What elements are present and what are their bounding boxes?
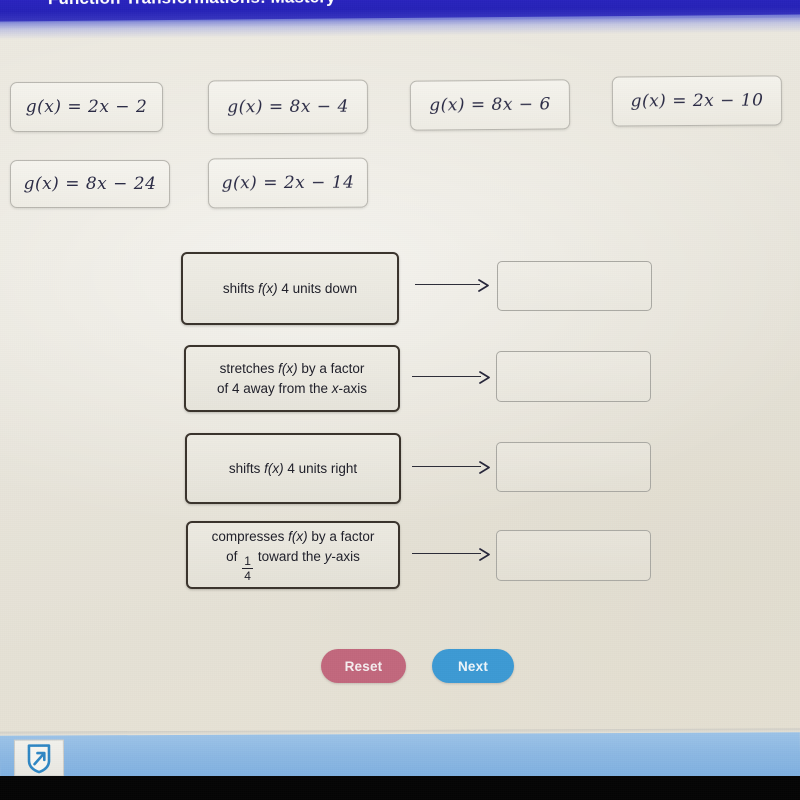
page-title: Function Transformations: Mastery bbox=[48, 0, 336, 9]
equation-tile-2-label: g(x) = 8x − 4 bbox=[227, 96, 349, 118]
desc-2-line2-pre: of 4 away from the bbox=[216, 380, 332, 396]
answer-drop-box-2-value bbox=[497, 352, 650, 401]
next-button[interactable]: Next bbox=[432, 649, 514, 683]
equation-tile-3-label: g(x) = 8x − 6 bbox=[429, 94, 551, 116]
desc-3-var: f(x) bbox=[264, 460, 284, 476]
desc-4-line2-pre: of bbox=[226, 549, 242, 565]
answer-drop-box-1[interactable] bbox=[497, 261, 652, 311]
desc-2-var: f(x) bbox=[278, 360, 298, 376]
desc-1-var: f(x) bbox=[258, 280, 278, 296]
desc-4-pre: compresses bbox=[211, 529, 289, 545]
equation-tile-2[interactable]: g(x) = 8x − 4 bbox=[207, 79, 369, 135]
desc-1-post: 4 units down bbox=[277, 280, 358, 296]
os-taskbar bbox=[0, 732, 800, 780]
description-card-1-text: shifts f(x) 4 units down bbox=[223, 279, 357, 299]
desc-4-post: by a factor bbox=[307, 529, 375, 545]
equation-tile-1[interactable]: g(x) = 2x − 2 bbox=[10, 82, 163, 132]
description-card-2[interactable]: stretches f(x) by a factor of 4 away fro… bbox=[184, 345, 400, 412]
desc-2-line2-var: x bbox=[331, 380, 339, 396]
desc-3-pre: shifts bbox=[228, 460, 265, 476]
equation-tile-3[interactable]: g(x) = 8x − 6 bbox=[409, 79, 571, 131]
description-card-3[interactable]: shifts f(x) 4 units right bbox=[185, 433, 401, 504]
arrowhead-icon-4 bbox=[479, 547, 490, 561]
description-card-4-text: compresses f(x) by a factor of 14 toward… bbox=[212, 527, 375, 582]
shield-arrow-icon bbox=[27, 743, 51, 773]
answer-drop-box-3-value bbox=[497, 443, 650, 491]
fraction-numerator: 1 bbox=[244, 554, 251, 569]
equation-tile-1-label: g(x) = 2x − 2 bbox=[25, 97, 148, 117]
arrow-icon-1 bbox=[415, 278, 489, 292]
desc-3-post: 4 units right bbox=[283, 460, 358, 476]
equation-tile-6[interactable]: g(x) = 2x − 14 bbox=[207, 157, 369, 209]
desktop-black-area bbox=[0, 776, 800, 800]
desc-2-post: by a factor bbox=[297, 360, 365, 376]
arrow-icon-3 bbox=[412, 460, 490, 474]
equation-tile-5-label: g(x) = 8x − 24 bbox=[23, 174, 157, 194]
description-card-1[interactable]: shifts f(x) 4 units down bbox=[181, 252, 399, 325]
description-card-2-text: stretches f(x) by a factor of 4 away fro… bbox=[217, 359, 367, 398]
answer-drop-box-4[interactable] bbox=[496, 530, 651, 581]
answer-drop-box-1-value bbox=[498, 262, 651, 310]
desc-4-var: f(x) bbox=[288, 529, 308, 545]
equation-tile-6-label: g(x) = 2x − 14 bbox=[221, 172, 355, 194]
description-card-4[interactable]: compresses f(x) by a factor of 14 toward… bbox=[186, 521, 400, 589]
arrowhead-icon-3 bbox=[479, 460, 490, 474]
equation-tile-4-label: g(x) = 2x − 10 bbox=[630, 90, 764, 112]
arrowhead-icon-2 bbox=[479, 370, 490, 384]
desc-2-pre: stretches bbox=[219, 360, 279, 376]
answer-drop-box-3[interactable] bbox=[496, 442, 651, 492]
equation-tile-5[interactable]: g(x) = 8x − 24 bbox=[10, 160, 170, 208]
arrow-icon-4 bbox=[412, 547, 490, 561]
desc-4-tail-post: -axis bbox=[331, 549, 360, 565]
equation-tile-4[interactable]: g(x) = 2x − 10 bbox=[611, 75, 783, 127]
arrowhead-icon-1 bbox=[478, 278, 489, 292]
fraction-one-fourth: 14 bbox=[242, 554, 254, 583]
reset-button[interactable]: Reset bbox=[321, 649, 406, 683]
taskbar-app-button[interactable] bbox=[13, 739, 65, 777]
desc-4-tail-pre: toward the bbox=[254, 549, 325, 565]
fraction-denominator: 4 bbox=[244, 568, 251, 583]
screen: Function Transformations: Mastery g(x) =… bbox=[0, 0, 800, 800]
answer-drop-box-4-value bbox=[497, 531, 650, 580]
description-card-3-text: shifts f(x) 4 units right bbox=[229, 459, 357, 479]
arrow-icon-2 bbox=[412, 370, 490, 384]
answer-drop-box-2[interactable] bbox=[496, 351, 651, 402]
desc-2-line2-post: -axis bbox=[338, 380, 368, 396]
desc-1-pre: shifts bbox=[222, 280, 259, 296]
